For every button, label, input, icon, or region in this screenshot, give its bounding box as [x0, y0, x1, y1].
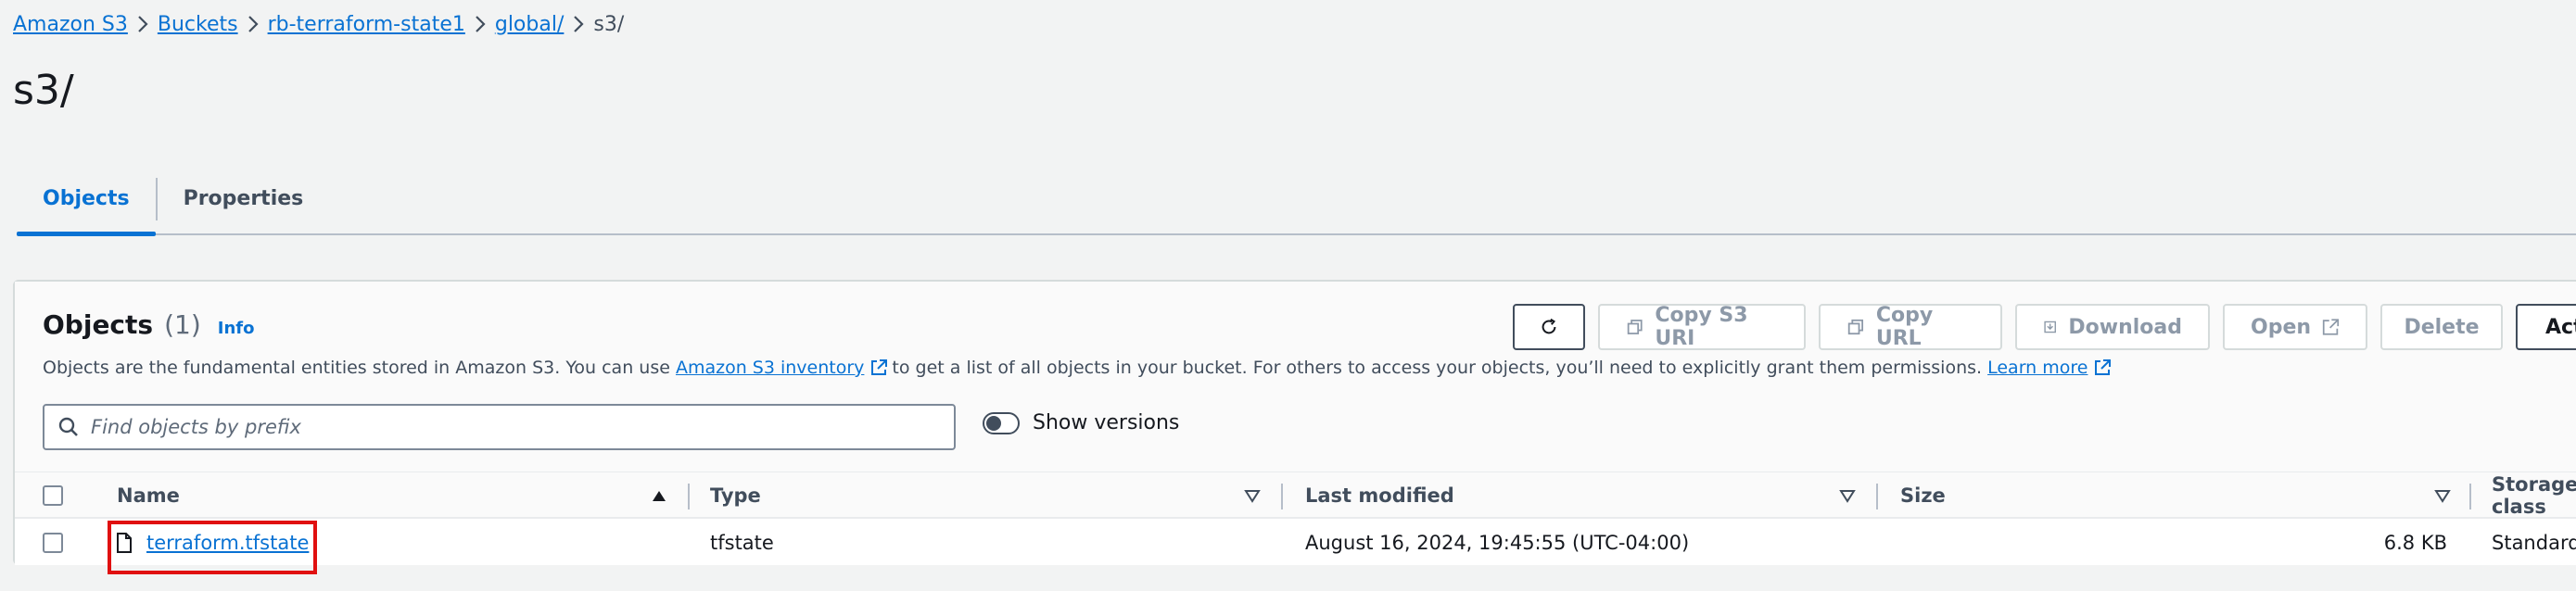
column-divider — [688, 484, 690, 509]
objects-panel-header: Objects (1) Info Objects are the fundame… — [15, 282, 2576, 472]
copy-icon — [1627, 320, 1643, 334]
copy-s3-uri-label: Copy S3 URI — [1655, 304, 1748, 350]
column-divider — [1281, 484, 1283, 509]
show-versions-label: Show versions — [1033, 411, 1180, 434]
info-link[interactable]: Info — [218, 319, 255, 338]
search-icon — [58, 417, 78, 436]
copy-icon — [1847, 319, 1864, 335]
column-type[interactable]: Type — [710, 472, 761, 519]
file-icon — [117, 533, 132, 553]
search-input[interactable] — [91, 416, 925, 438]
refresh-icon — [1542, 318, 1556, 334]
sort-asc-icon[interactable] — [651, 487, 667, 504]
breadcrumb: Amazon S3 Buckets rb-terraform-state1 gl… — [13, 7, 624, 41]
name-cell: terraform.tfstate — [115, 521, 309, 565]
storage-class-cell: Standard — [2492, 532, 2576, 554]
objects-description: Objects are the fundamental entities sto… — [43, 358, 2115, 378]
inventory-link[interactable]: Amazon S3 inventory — [676, 358, 864, 378]
chevron-right-icon — [465, 7, 495, 41]
copy-url-button[interactable]: Copy URL — [1819, 304, 2002, 350]
select-all-checkbox[interactable] — [43, 485, 63, 506]
actions-label: Actions — [2545, 315, 2576, 339]
open-button[interactable]: Open — [2223, 304, 2367, 350]
actions-dropdown-button[interactable]: Actions — [2516, 304, 2576, 350]
column-name[interactable]: Name — [117, 472, 180, 519]
column-storage-class[interactable]: Storage class — [2492, 472, 2576, 519]
column-divider — [1876, 484, 1878, 509]
download-label: Download — [2068, 315, 2182, 339]
row-select-cell — [43, 521, 63, 565]
copy-s3-uri-button[interactable]: Copy S3 URI — [1598, 304, 1806, 350]
toggle-knob — [986, 415, 1001, 431]
type-cell: tfstate — [710, 532, 774, 554]
tab-properties[interactable]: Properties — [158, 163, 330, 233]
sort-desc-icon[interactable] — [2434, 487, 2451, 504]
row-checkbox[interactable] — [43, 533, 63, 553]
external-link-icon — [2095, 359, 2112, 375]
tab-bar: Objects Properties — [17, 163, 2576, 236]
description-text-1: Objects are the fundamental entities sto… — [43, 358, 670, 378]
objects-count: (1) — [164, 309, 201, 340]
size-cell: 6.8 KB — [2383, 532, 2447, 554]
table-header: Name Type Last modified Size Storage cla… — [15, 472, 2576, 519]
objects-title: Objects — [43, 309, 154, 340]
table-row: terraform.tfstate tfstate August 16, 202… — [15, 521, 2576, 565]
sort-desc-icon[interactable] — [1244, 487, 1261, 504]
breadcrumb-amazon-s3[interactable]: Amazon S3 — [13, 13, 128, 36]
external-link-icon — [2322, 319, 2340, 335]
show-versions-toggle[interactable]: Show versions — [983, 411, 1179, 434]
page-title: s3/ — [13, 67, 74, 114]
copy-url-label: Copy URL — [1875, 304, 1934, 350]
select-all-cell — [43, 472, 63, 519]
breadcrumb-current: s3/ — [593, 12, 625, 36]
last-modified-cell: August 16, 2024, 19:45:55 (UTC-04:00) — [1305, 532, 1690, 554]
objects-panel: Objects (1) Info Objects are the fundame… — [13, 280, 2576, 574]
objects-heading: Objects (1) Info — [43, 309, 254, 340]
delete-label: Delete — [2404, 315, 2480, 339]
chevron-right-icon — [564, 7, 593, 41]
object-actions: Copy S3 URI Copy URL Download Open Delet… — [1513, 304, 2576, 350]
toggle-switch[interactable] — [983, 411, 1020, 434]
search-field[interactable] — [43, 404, 956, 450]
object-name-link[interactable]: terraform.tfstate — [146, 532, 309, 554]
column-divider — [2469, 484, 2471, 509]
external-link-icon — [871, 359, 888, 375]
description-text-2: to get a list of all objects in your buc… — [892, 358, 1983, 378]
breadcrumb-global[interactable]: global/ — [495, 13, 565, 36]
column-size[interactable]: Size — [1900, 472, 1946, 519]
download-icon — [2044, 321, 2056, 333]
breadcrumb-buckets[interactable]: Buckets — [158, 13, 238, 36]
refresh-button[interactable] — [1513, 304, 1585, 350]
chevron-right-icon — [238, 7, 268, 41]
column-last-modified[interactable]: Last modified — [1305, 472, 1454, 519]
learn-more-link[interactable]: Learn more — [1987, 358, 2087, 378]
tab-objects[interactable]: Objects — [17, 163, 156, 236]
delete-button[interactable]: Delete — [2380, 304, 2503, 350]
sort-desc-icon[interactable] — [1839, 487, 1856, 504]
chevron-right-icon — [128, 7, 158, 41]
download-button[interactable]: Download — [2015, 304, 2210, 350]
open-label: Open — [2251, 315, 2312, 339]
breadcrumb-bucket[interactable]: rb-terraform-state1 — [268, 13, 465, 36]
